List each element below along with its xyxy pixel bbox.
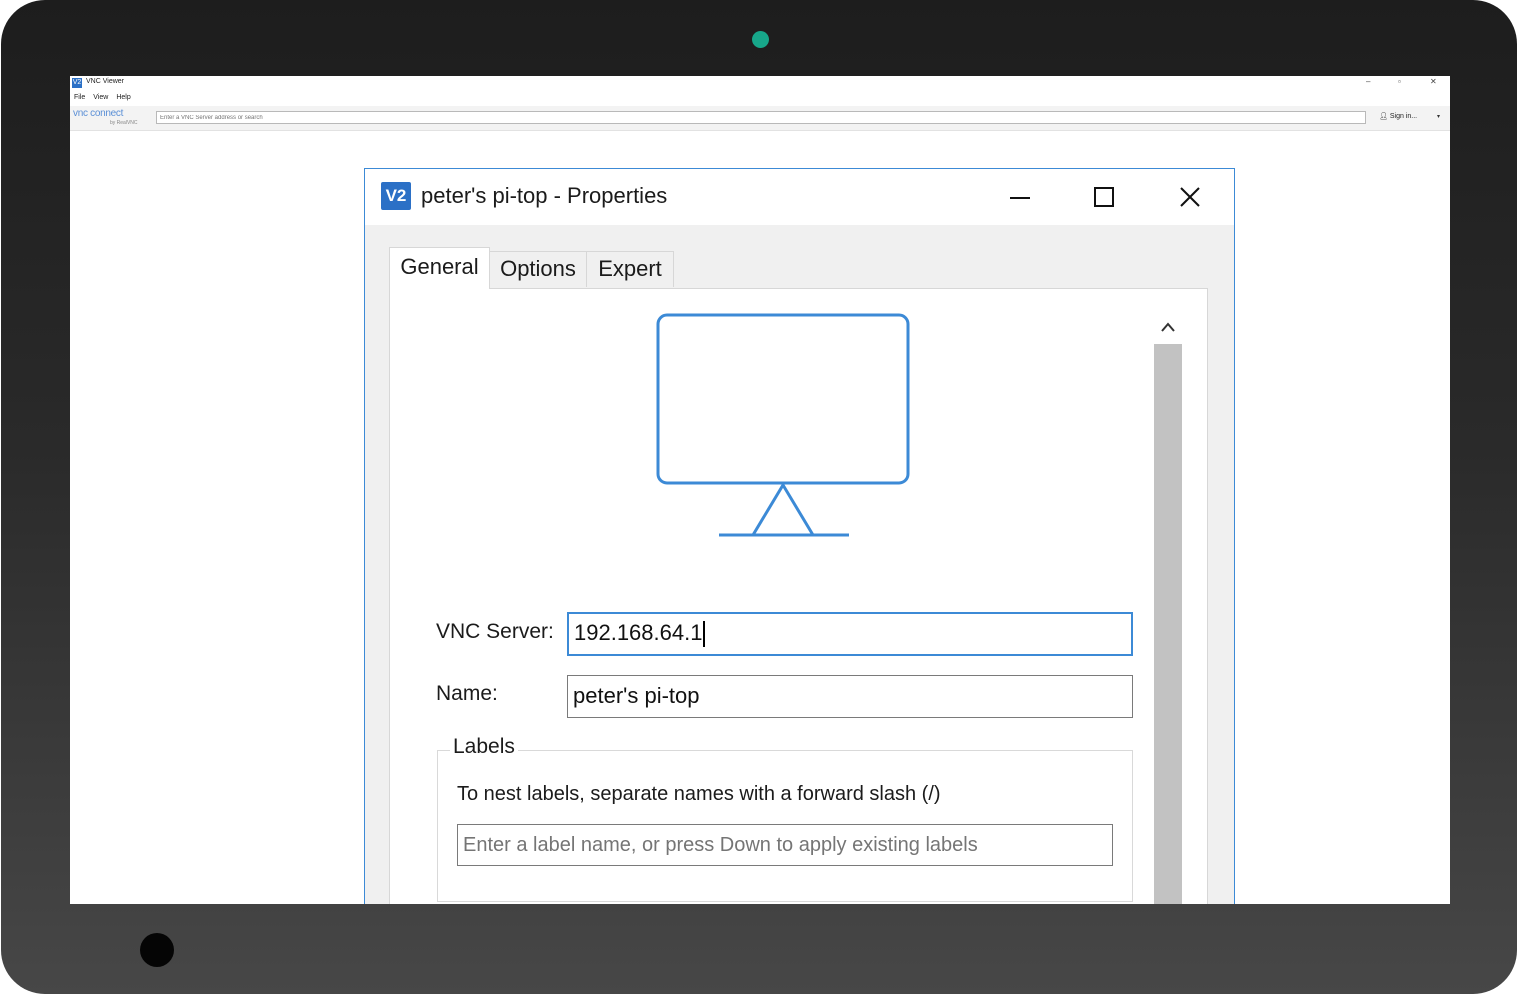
main-menubar: File View Help [74,94,131,101]
main-toolbar: vnc connect by RealVNC 👤︎ Sign in... ▾ [70,106,1450,131]
menu-view[interactable]: View [93,94,108,101]
sign-in-label: Sign in... [1389,113,1418,120]
vnc-app-icon: V2 [72,78,82,88]
close-icon [1180,187,1200,207]
vnc-server-input[interactable]: 192.168.64.1 [567,612,1133,656]
home-button[interactable] [140,933,174,967]
vnc-server-value: 192.168.64.1 [574,620,703,645]
scroll-thumb[interactable] [1154,344,1182,904]
screen: V2 VNC Viewer – ▫ ✕ File View Help vnc c… [70,76,1450,904]
sign-in-button[interactable]: 👤︎ Sign in... [1379,112,1417,120]
vnc-app-icon: V2 [381,182,411,210]
tab-expert[interactable]: Expert [587,251,674,287]
minimize-icon [1010,197,1030,199]
menu-help[interactable]: Help [116,94,130,101]
tab-general[interactable]: General [389,247,490,289]
camera-indicator [752,31,769,48]
sign-in-dropdown-icon[interactable]: ▾ [1437,113,1440,120]
menu-file[interactable]: File [74,94,85,101]
dialog-minimize-button[interactable] [997,177,1043,217]
main-titlebar: V2 VNC Viewer – ▫ ✕ [70,76,1450,91]
main-close-button[interactable]: ✕ [1430,77,1437,86]
name-value: peter's pi-top [573,683,700,708]
main-maximize-button[interactable]: ▫ [1398,77,1401,86]
vnc-connect-logo: vnc connect [73,108,124,119]
panel-scrollbar[interactable] [1154,313,1182,904]
monitor-icon [656,313,910,537]
dialog-close-button[interactable] [1167,177,1213,217]
vnc-connect-logo-sub: by RealVNC [110,120,138,126]
general-tab-panel: VNC Server: 192.168.64.1 Name: peter's p… [389,288,1208,904]
labels-legend: Labels [450,735,518,759]
tab-options[interactable]: Options [489,251,587,287]
labels-hint: To nest labels, separate names with a fo… [457,783,941,805]
server-search-input[interactable] [156,111,1366,124]
vnc-server-label: VNC Server: [436,620,554,643]
dialog-title: peter's pi-top - Properties [421,183,668,208]
user-icon: 👤︎ [1379,113,1388,120]
labels-group: Labels To nest labels, separate names wi… [437,735,1133,902]
scroll-up-button[interactable] [1154,313,1182,341]
name-label: Name: [436,682,498,705]
chevron-up-icon [1161,322,1175,332]
properties-dialog: V2 peter's pi-top - Properties General O… [364,168,1235,904]
labels-input[interactable] [457,824,1113,866]
text-caret [703,621,706,648]
tablet-frame: V2 VNC Viewer – ▫ ✕ File View Help vnc c… [1,0,1517,994]
dialog-maximize-button[interactable] [1081,177,1127,217]
main-minimize-button[interactable]: – [1366,77,1370,86]
name-input[interactable]: peter's pi-top [567,675,1133,718]
dialog-titlebar: V2 peter's pi-top - Properties [365,169,1234,225]
main-window-title: VNC Viewer [86,78,124,85]
maximize-icon [1094,187,1114,207]
